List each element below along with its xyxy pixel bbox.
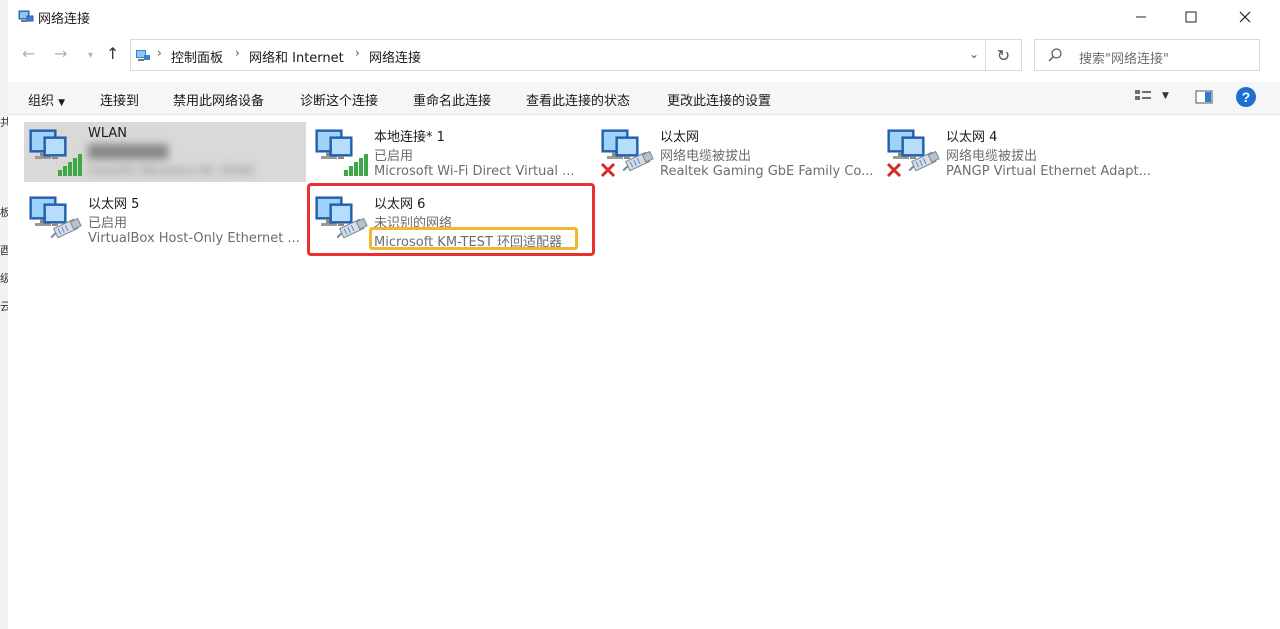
refresh-button[interactable]: ↻ — [986, 39, 1022, 71]
connection-name: 本地连接* 1 — [374, 130, 445, 145]
breadcrumb-separator-icon[interactable]: › — [157, 46, 162, 60]
maximize-icon — [1185, 11, 1197, 23]
dropdown-arrow-icon: ▼ — [58, 98, 66, 108]
refresh-icon: ↻ — [996, 45, 1011, 65]
title-bar: 网络连接 — [8, 0, 1280, 34]
connection-item-ethernet[interactable]: 以太网 网络电缆被拔出 Realtek Gaming GbE Family Co… — [596, 122, 878, 182]
close-icon — [1239, 11, 1251, 23]
help-icon: ? — [1236, 87, 1256, 107]
connection-status: 已启用 — [374, 149, 414, 164]
wifi-adapter-icon — [314, 128, 370, 180]
breadcrumb-control-panel[interactable]: 控制面板 — [171, 47, 223, 66]
ethernet-adapter-icon — [28, 195, 84, 247]
view-options-dropdown-icon[interactable]: ▼ — [1162, 91, 1169, 101]
connection-name: WLAN — [88, 126, 128, 141]
minimize-button[interactable] — [1118, 0, 1164, 34]
connection-name: 以太网 4 — [946, 130, 998, 145]
wifi-adapter-icon — [28, 128, 84, 180]
connection-name: 以太网 5 — [88, 197, 140, 212]
connection-status: 已启用 — [88, 216, 128, 231]
disable-device-button[interactable]: 禁用此网络设备 — [173, 90, 264, 109]
rename-button[interactable]: 重命名此连接 — [413, 90, 491, 109]
preview-pane-button[interactable] — [1194, 88, 1214, 110]
minimize-icon — [1136, 16, 1146, 18]
diagnose-button[interactable]: 诊断这个连接 — [300, 90, 378, 109]
search-icon — [1048, 48, 1062, 62]
breadcrumb-separator-icon[interactable]: › — [235, 46, 240, 60]
change-view-button[interactable] — [1134, 88, 1154, 110]
maximize-button[interactable] — [1168, 0, 1214, 34]
up-arrow-icon[interactable]: ↑ — [106, 44, 119, 63]
connection-item-wlan[interactable]: WLAN ████████ Intel(R) Wireless-AC 9560 — [24, 122, 306, 182]
connection-device: Realtek Gaming GbE Family Co... — [660, 164, 874, 179]
recent-locations-icon[interactable]: ▾ — [88, 50, 93, 61]
connection-status: ████████ — [88, 145, 168, 160]
breadcrumb-network-internet[interactable]: 网络和 Internet — [249, 47, 344, 66]
change-settings-button[interactable]: 更改此连接的设置 — [667, 90, 771, 109]
breadcrumb-separator-icon[interactable]: › — [355, 46, 360, 60]
network-connections-icon — [18, 10, 34, 22]
view-status-button[interactable]: 查看此连接的状态 — [526, 90, 630, 109]
search-placeholder: 搜索"网络连接" — [1079, 52, 1169, 67]
view-icon — [1135, 90, 1151, 100]
connection-name: 以太网 — [660, 130, 700, 145]
network-connections-window: 网络连接 ← → ▾ ↑ › 控制面板 › 网络和 Internet › 网络连… — [8, 0, 1280, 629]
connection-device: PANGP Virtual Ethernet Adapt... — [946, 164, 1152, 179]
search-box[interactable]: 搜索"网络连接" — [1034, 39, 1260, 71]
highlight-yellow-box — [369, 227, 578, 250]
forward-arrow-icon[interactable]: → — [54, 44, 67, 63]
control-panel-icon — [136, 50, 150, 61]
connection-status: 网络电缆被拔出 — [660, 149, 752, 164]
connection-device: Intel(R) Wireless-AC 9560 — [88, 164, 254, 179]
organize-label: 组织 — [28, 94, 55, 109]
preview-pane-icon — [1195, 90, 1213, 104]
close-button[interactable] — [1222, 0, 1268, 34]
svg-text:?: ? — [1242, 89, 1251, 105]
ethernet-disconnected-icon — [600, 128, 656, 180]
connection-item-local-1[interactable]: 本地连接* 1 已启用 Microsoft Wi-Fi Direct Virtu… — [310, 122, 592, 182]
organize-button[interactable]: 组织 ▼ — [28, 90, 65, 109]
connection-device: Microsoft Wi-Fi Direct Virtual ... — [374, 164, 575, 179]
connection-item-ethernet-4[interactable]: 以太网 4 网络电缆被拔出 PANGP Virtual Ethernet Ada… — [882, 122, 1164, 182]
window-title: 网络连接 — [38, 12, 91, 27]
address-dropdown-icon[interactable]: ⌄ — [969, 47, 979, 61]
back-arrow-icon[interactable]: ← — [22, 44, 35, 63]
connection-device: VirtualBox Host-Only Ethernet ... — [88, 231, 300, 246]
breadcrumb-network-connections[interactable]: 网络连接 — [369, 47, 421, 66]
ethernet-disconnected-icon — [886, 128, 942, 180]
connection-item-ethernet-5[interactable]: 以太网 5 已启用 VirtualBox Host-Only Ethernet … — [24, 189, 306, 249]
connection-status: 网络电缆被拔出 — [946, 149, 1038, 164]
help-button[interactable]: ? — [1235, 86, 1257, 112]
address-bar[interactable]: › 控制面板 › 网络和 Internet › 网络连接 ⌄ — [130, 39, 986, 71]
command-bar: 组织 ▼ 连接到 禁用此网络设备 诊断这个连接 重命名此连接 查看此连接的状态 … — [8, 82, 1280, 115]
connect-to-button[interactable]: 连接到 — [100, 90, 139, 109]
